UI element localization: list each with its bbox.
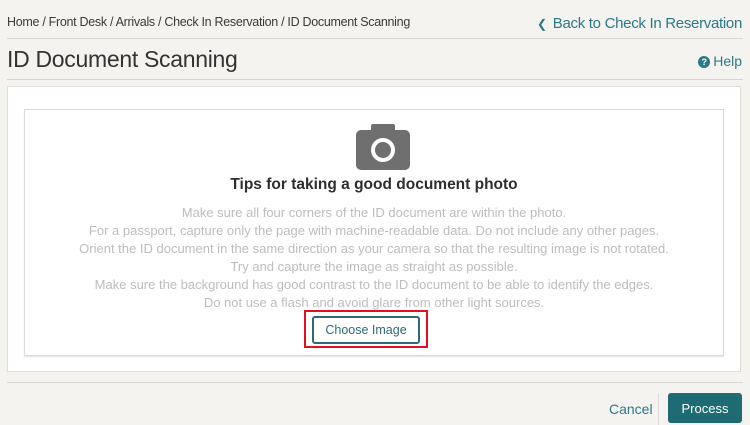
camera-icon — [356, 124, 410, 170]
help-label: Help — [713, 53, 742, 69]
divider — [658, 393, 659, 425]
chevron-left-icon: ❮ — [537, 17, 547, 31]
tip-item: Orient the ID document in the same direc… — [79, 241, 669, 256]
divider — [7, 382, 743, 383]
back-link-label: Back to Check In Reservation — [552, 15, 743, 32]
cancel-button[interactable]: Cancel — [609, 401, 653, 417]
help-icon: ? — [698, 56, 711, 68]
process-button[interactable]: Process — [668, 393, 742, 423]
upload-panel: Tips for taking a good document photo Ma… — [24, 109, 724, 356]
choose-image-button[interactable]: Choose Image — [312, 316, 420, 344]
divider — [7, 38, 743, 39]
tips-list: Make sure all four corners of the ID doc… — [25, 204, 723, 312]
scan-card: Tips for taking a good document photo Ma… — [7, 86, 741, 372]
tip-item: Make sure all four corners of the ID doc… — [181, 205, 567, 220]
tip-item: Try and capture the image as straight as… — [230, 259, 518, 274]
breadcrumb[interactable]: Home / Front Desk / Arrivals / Check In … — [7, 15, 410, 29]
tip-item: Make sure the background has good contra… — [94, 277, 654, 292]
page-title: ID Document Scanning — [7, 46, 238, 72]
tip-item: For a passport, capture only the page wi… — [88, 223, 660, 238]
back-to-check-in-link[interactable]: ❮ Back to Check In Reservation — [537, 15, 742, 32]
tips-title: Tips for taking a good document photo — [230, 176, 518, 193]
divider — [7, 79, 743, 80]
help-link[interactable]: ? Help — [698, 53, 742, 69]
